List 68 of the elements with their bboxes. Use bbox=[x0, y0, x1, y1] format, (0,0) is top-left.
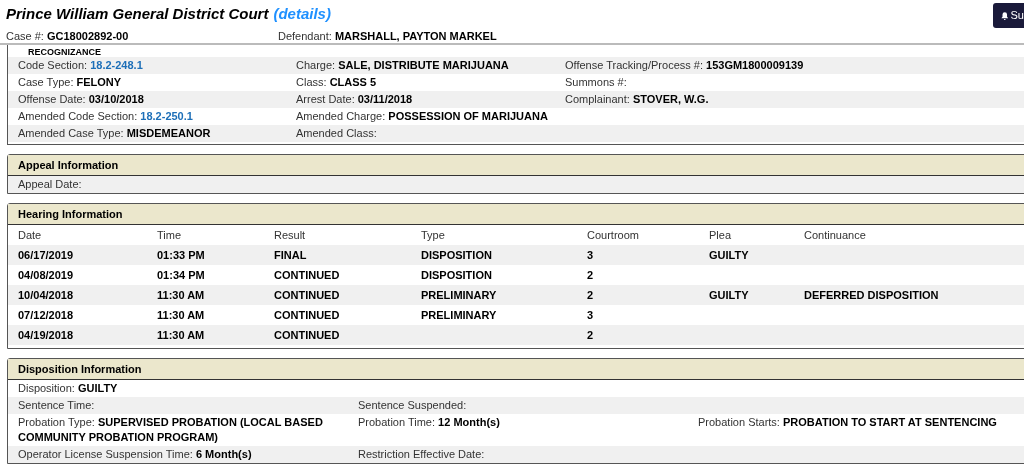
table-cell: CONTINUED bbox=[274, 328, 340, 341]
section-header: Hearing Information bbox=[8, 204, 1024, 225]
code-link[interactable]: 18.2-248.1 bbox=[90, 59, 143, 71]
field-text: Case Type: FELONY bbox=[18, 75, 122, 90]
table-cell: FINAL bbox=[274, 248, 307, 261]
table-cell: 2 bbox=[587, 288, 594, 301]
table-cell: 01:33 PM bbox=[157, 248, 205, 261]
table-cell: 3 bbox=[587, 308, 594, 321]
field-text: Summons #: bbox=[565, 75, 627, 90]
table-cell: 04/08/2019 bbox=[18, 268, 74, 281]
field-text: Amended Class: bbox=[296, 126, 377, 141]
field-text: Code Section: 18.2-248.1 bbox=[18, 58, 143, 73]
case-number-text: Case #: GC18002892-00 bbox=[6, 28, 130, 44]
table-cell: 07/12/2018 bbox=[18, 308, 74, 321]
field-text: Arrest Date: 03/11/2018 bbox=[296, 92, 413, 107]
column-header: Continuance bbox=[804, 228, 866, 241]
field-text: Appeal Date: bbox=[18, 177, 82, 192]
field-text: Disposition: GUILTY bbox=[18, 381, 118, 396]
table-cell: 06/17/2019 bbox=[18, 248, 74, 261]
field-text: Sentence Time: bbox=[18, 398, 95, 413]
table-cell: DISPOSITION bbox=[421, 268, 492, 281]
column-header: Time bbox=[157, 228, 182, 241]
table-cell: PRELIMINARY bbox=[421, 308, 497, 321]
field-text: Restriction Effective Date: bbox=[358, 447, 485, 462]
section-header: Appeal Information bbox=[8, 155, 1024, 176]
table-cell: PRELIMINARY bbox=[421, 288, 497, 301]
field-text: Offense Tracking/Process #: 153GM1800009139 bbox=[565, 58, 804, 73]
column-header: Date bbox=[18, 228, 42, 241]
table-cell: GUILTY bbox=[709, 248, 749, 261]
field-text: Probation Type: SUPERVISED PROBATION (LOCAL BASED COMMUNITY PROBATION PROGRAM) bbox=[18, 415, 324, 445]
field-text: Amended Charge: POSSESSION OF MARIJUANA bbox=[296, 109, 548, 124]
defendant-text: Defendant: MARSHALL, PAYTON MARKEL bbox=[278, 28, 497, 44]
field-text: Probation Time: 12 Month(s) bbox=[358, 415, 500, 430]
column-header: Type bbox=[421, 228, 445, 241]
field-text: Amended Case Type: MISDEMEANOR bbox=[18, 126, 211, 141]
field-text: Class: CLASS 5 bbox=[296, 75, 377, 90]
table-cell: 01:34 PM bbox=[157, 268, 205, 281]
table-cell: 11:30 AM bbox=[157, 308, 205, 321]
column-header: Plea bbox=[709, 228, 732, 241]
table-cell: 3 bbox=[587, 248, 594, 261]
field-text: Probation Starts: PROBATION TO START AT SENTENCING bbox=[698, 415, 997, 430]
code-link[interactable]: 18.2-250.1 bbox=[140, 110, 193, 122]
column-header: Result bbox=[274, 228, 306, 241]
table-cell: GUILTY bbox=[709, 288, 749, 301]
field-text: Complainant: STOVER, W.G. bbox=[565, 92, 709, 107]
table-cell: 2 bbox=[587, 328, 594, 341]
continued-text: RECOGNIZANCE bbox=[28, 47, 101, 57]
table-cell: CONTINUED bbox=[274, 308, 340, 321]
field-text: Charge: SALE, DISTRIBUTE MARIJUANA bbox=[296, 58, 509, 73]
details-link[interactable]: (details) bbox=[273, 3, 331, 26]
field-text: Amended Code Section: 18.2-250.1 bbox=[18, 109, 193, 124]
field-text: Operator License Suspension Time: 6 Month(s) bbox=[18, 447, 252, 462]
table-cell: 10/04/2018 bbox=[18, 288, 74, 301]
corner-button[interactable]: Su bbox=[993, 3, 1024, 28]
table-cell: 11:30 AM bbox=[157, 288, 205, 301]
table-cell: DEFERRED DISPOSITION bbox=[804, 288, 939, 301]
section-header: Disposition Information bbox=[8, 359, 1024, 380]
bell-icon bbox=[1001, 10, 1009, 21]
table-cell: 11:30 AM bbox=[157, 328, 205, 341]
table-cell: 2 bbox=[587, 268, 594, 281]
table-cell: 04/19/2018 bbox=[18, 328, 74, 341]
table-cell: DISPOSITION bbox=[421, 248, 492, 261]
table-cell: CONTINUED bbox=[274, 288, 340, 301]
field-text: Sentence Suspended: bbox=[358, 398, 467, 413]
column-header: Courtroom bbox=[587, 228, 639, 241]
court-title: Prince William General District Court bbox=[6, 4, 269, 25]
field-text: Offense Date: 03/10/2018 bbox=[18, 92, 144, 107]
table-cell: CONTINUED bbox=[274, 268, 340, 281]
